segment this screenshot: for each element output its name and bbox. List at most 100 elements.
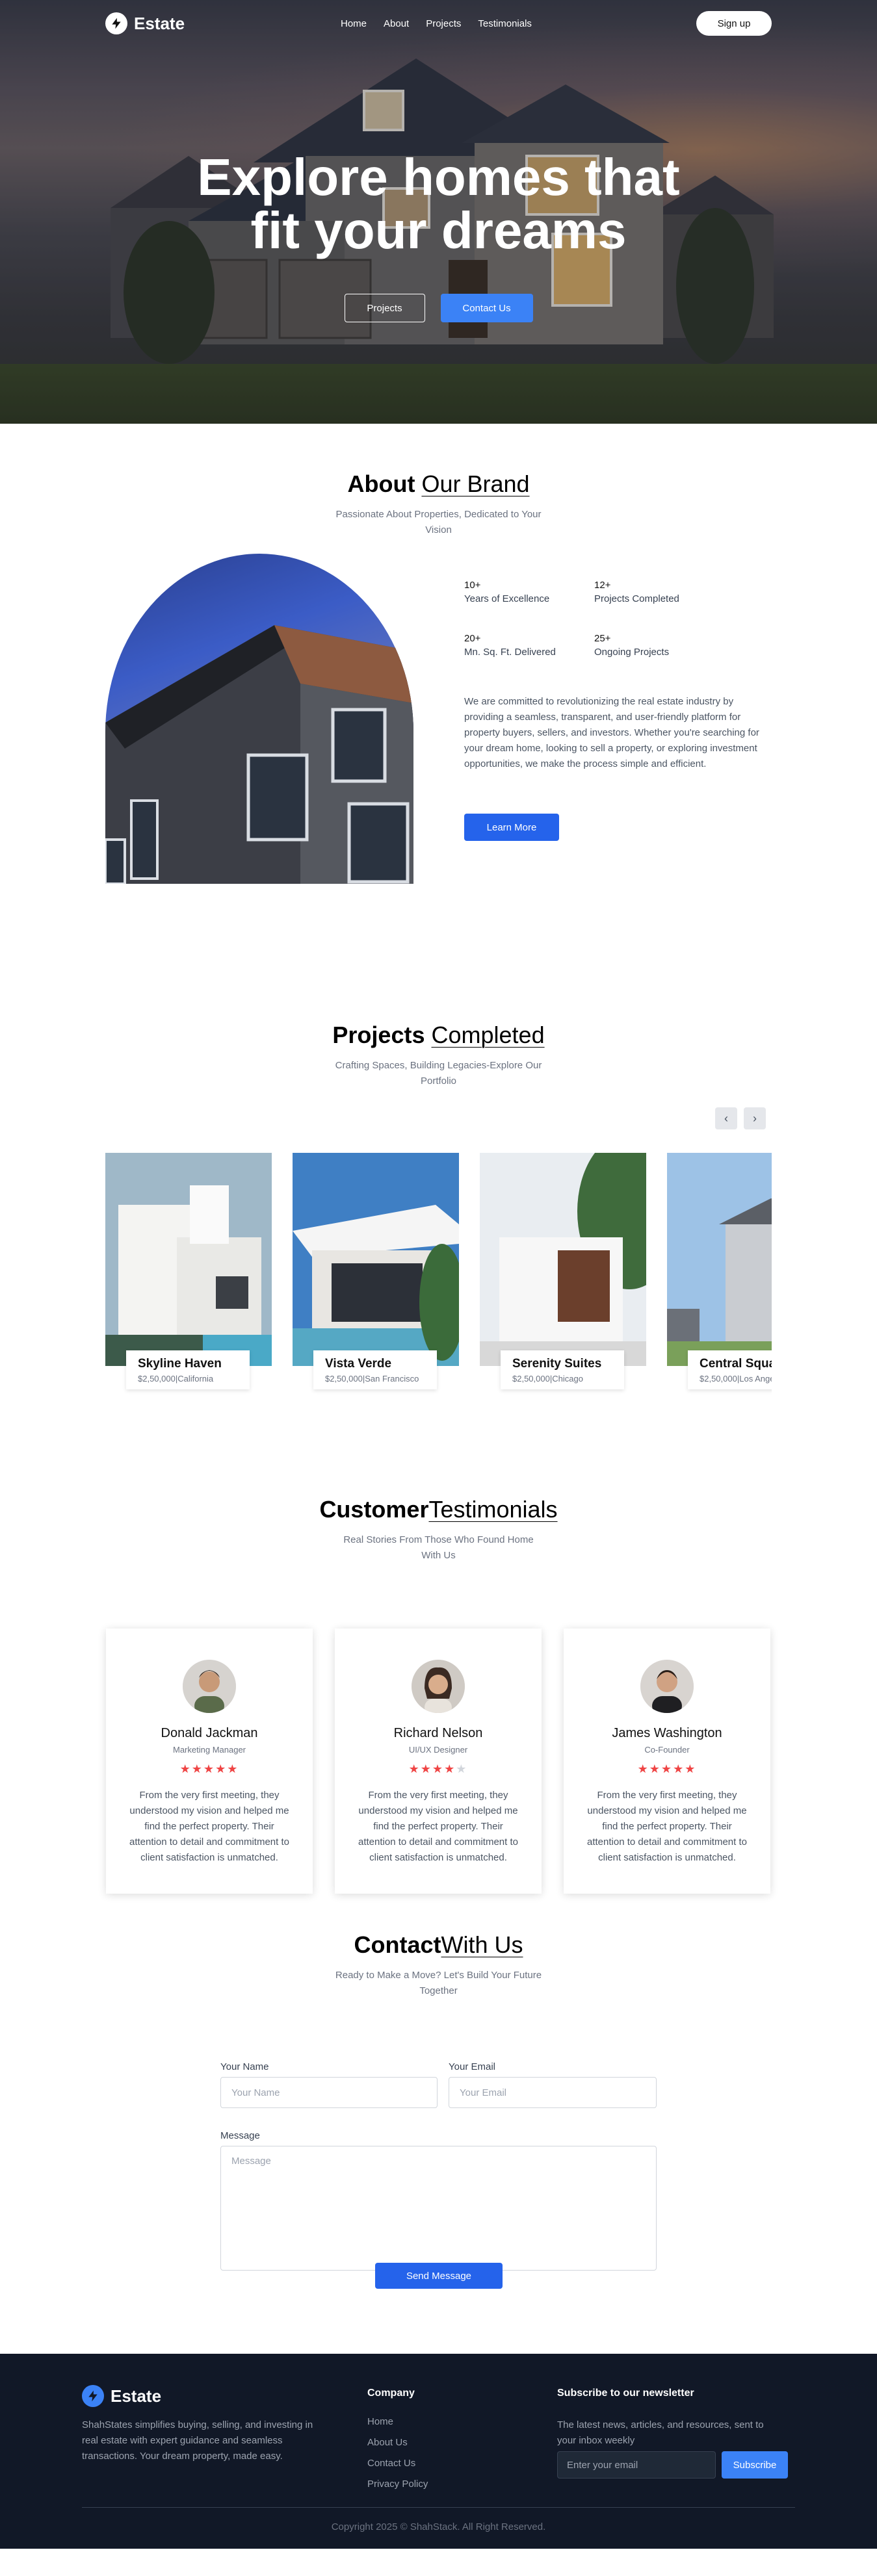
- subscribe-button[interactable]: Subscribe: [722, 2451, 788, 2479]
- nav-link-projects[interactable]: Projects: [426, 18, 461, 29]
- star-icon: ★: [227, 1762, 239, 1776]
- testimonial-text: From the very first meeting, they unders…: [129, 1790, 289, 1863]
- stat-label: Years of Excellence: [464, 593, 550, 604]
- project-info: Central Square $2,50,000|Los Angeles: [688, 1350, 772, 1389]
- star-icon: ★: [203, 1762, 216, 1776]
- star-icon: ★: [444, 1762, 456, 1776]
- star-icon: ★: [661, 1762, 674, 1776]
- carousel-controls: ‹ ›: [715, 1107, 766, 1129]
- message-textarea[interactable]: [220, 2146, 657, 2271]
- lightning-bolt-icon: [82, 2385, 104, 2407]
- testimonial-name: Richard Nelson: [393, 1726, 483, 1740]
- hero-title: Explore homes that fit your dreams: [197, 148, 680, 259]
- project-location: Chicago: [552, 1374, 583, 1384]
- stat-label: Projects Completed: [594, 593, 679, 604]
- hero-content: Explore homes that fit your dreams Proje…: [0, 151, 877, 322]
- stat-item: 25+ Ongoing Projects: [594, 633, 724, 658]
- star-icon: ★: [456, 1762, 468, 1776]
- chevron-left-icon[interactable]: ‹: [715, 1107, 737, 1129]
- name-label: Your Name: [220, 2061, 269, 2072]
- testimonial-text: From the very first meeting, they unders…: [358, 1790, 518, 1863]
- footer-company-title: Company: [367, 2388, 415, 2399]
- testimonial-text: From the very first meeting, they unders…: [587, 1790, 747, 1863]
- contact-title: ContactWith Us: [0, 1892, 877, 1959]
- stat-value: 12+: [594, 580, 611, 591]
- star-icon: ★: [432, 1762, 445, 1776]
- nav-links: Home About Projects Testimonials: [341, 18, 532, 29]
- footer-link-about[interactable]: About Us: [367, 2437, 408, 2448]
- about-stats: 10+ Years of Excellence 12+ Projects Com…: [464, 580, 763, 658]
- testimonials-title-light: Testimonials: [428, 1496, 558, 1523]
- project-price: $2,50,000: [512, 1374, 550, 1384]
- testimonial-role: Co-Founder: [644, 1745, 690, 1755]
- testimonial-card: Richard Nelson UI/UX Designer ★★★★★ From…: [335, 1629, 542, 1894]
- project-meta: $2,50,000|Los Angeles: [700, 1374, 772, 1384]
- footer-brand[interactable]: Estate: [82, 2385, 161, 2407]
- project-info: Serenity Suites $2,50,000|Chicago: [501, 1350, 624, 1389]
- hero-buttons: Projects Contact Us: [0, 294, 877, 322]
- star-rating: ★★★★★: [335, 1762, 542, 1776]
- project-image: [667, 1153, 772, 1366]
- project-price: $2,50,000: [700, 1374, 737, 1384]
- learn-more-button[interactable]: Learn More: [464, 814, 559, 841]
- email-input[interactable]: [449, 2077, 657, 2108]
- project-card[interactable]: Serenity Suites $2,50,000|Chicago: [480, 1153, 681, 1389]
- testimonial-name: Donald Jackman: [161, 1726, 258, 1740]
- projects-title: Projects Completed: [0, 976, 877, 1049]
- email-label: Your Email: [449, 2061, 495, 2072]
- project-card[interactable]: Skyline Haven $2,50,000|California: [105, 1153, 272, 1389]
- project-card[interactable]: Vista Verde $2,50,000|San Francisco: [293, 1153, 465, 1389]
- contact-title-bold: Contact: [354, 1931, 441, 1958]
- avatar: [640, 1660, 694, 1713]
- newsletter-email-input[interactable]: [557, 2451, 716, 2479]
- testimonial-name: James Washington: [612, 1726, 722, 1740]
- testimonial-card: James Washington Co-Founder ★★★★★ From t…: [564, 1629, 770, 1894]
- projects-button[interactable]: Projects: [344, 294, 425, 322]
- stat-item: 10+ Years of Excellence: [464, 580, 594, 604]
- chevron-right-icon[interactable]: ›: [744, 1107, 766, 1129]
- projects-title-bold: Projects: [332, 1022, 425, 1048]
- footer-link-contact[interactable]: Contact Us: [367, 2458, 415, 2469]
- projects-carousel[interactable]: Skyline Haven $2,50,000|California Vista…: [105, 1153, 772, 1400]
- footer-divider: [82, 2507, 795, 2508]
- project-meta: $2,50,000|California: [138, 1374, 214, 1384]
- star-icon: ★: [179, 1762, 192, 1776]
- about-description: We are committed to revolutionizing the …: [464, 696, 759, 769]
- projects-title-light: Completed: [431, 1022, 545, 1048]
- project-image: [480, 1153, 681, 1366]
- project-image: [105, 1153, 272, 1366]
- project-card[interactable]: Central Square $2,50,000|Los Angeles: [667, 1153, 772, 1389]
- nav-link-home[interactable]: Home: [341, 18, 367, 29]
- footer: Estate ShahStates simplifies buying, sel…: [0, 2354, 877, 2549]
- copyright: Copyright 2025 © ShahStack. All Right Re…: [331, 2521, 546, 2532]
- testimonials-title-bold: Customer: [319, 1496, 429, 1523]
- testimonials-section: CustomerTestimonials Real Stories From T…: [0, 1444, 877, 1894]
- send-message-button[interactable]: Send Message: [375, 2263, 503, 2289]
- about-title-bold: About: [347, 470, 415, 497]
- name-input[interactable]: [220, 2077, 438, 2108]
- project-meta: $2,50,000|Chicago: [512, 1374, 583, 1384]
- brand[interactable]: Estate: [105, 12, 185, 34]
- footer-link-privacy[interactable]: Privacy Policy: [367, 2479, 428, 2490]
- project-name: Vista Verde: [325, 1357, 392, 1371]
- stat-value: 10+: [464, 580, 481, 591]
- contact-subtitle: Ready to Make a Move? Let's Build Your F…: [335, 1970, 542, 1996]
- nav-link-about[interactable]: About: [384, 18, 409, 29]
- footer-brand-name: Estate: [111, 2386, 162, 2406]
- hero-section: Estate Home About Projects Testimonials …: [0, 0, 877, 424]
- newsletter-text: The latest news, articles, and resources…: [557, 2419, 764, 2446]
- brand-name: Estate: [134, 13, 185, 33]
- project-name: Central Square: [700, 1357, 772, 1371]
- contact-us-button[interactable]: Contact Us: [440, 294, 533, 322]
- nav-link-testimonials[interactable]: Testimonials: [478, 18, 532, 29]
- project-image: [293, 1153, 465, 1366]
- stat-label: Ongoing Projects: [594, 647, 670, 658]
- footer-link-home[interactable]: Home: [367, 2416, 393, 2427]
- signup-button[interactable]: Sign up: [696, 11, 772, 36]
- testimonials-subtitle: Real Stories From Those Who Found Home W…: [343, 1534, 534, 1561]
- project-info: Skyline Haven $2,50,000|California: [126, 1350, 250, 1389]
- projects-section: Projects Completed Crafting Spaces, Buil…: [0, 976, 877, 1444]
- stat-item: 12+ Projects Completed: [594, 580, 724, 604]
- about-title: About Our Brand: [0, 424, 877, 498]
- testimonial-role: UI/UX Designer: [408, 1745, 468, 1755]
